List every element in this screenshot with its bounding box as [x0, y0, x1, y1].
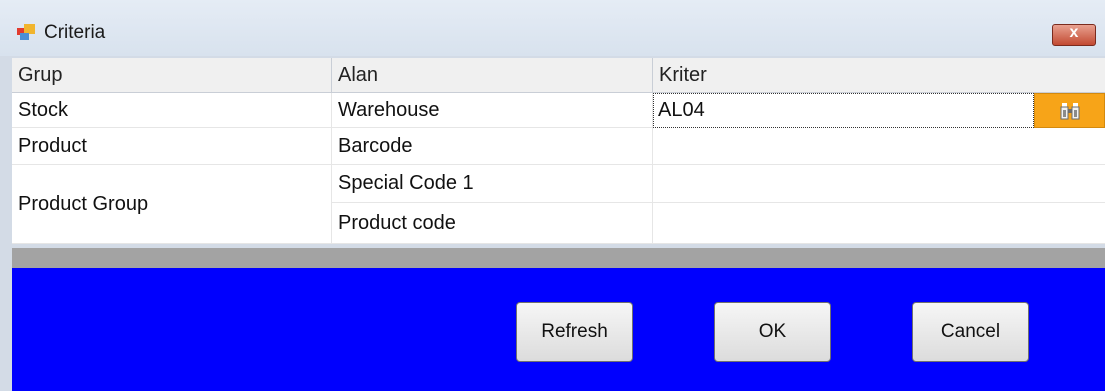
binoculars-icon: [1060, 103, 1080, 120]
column-header-grup[interactable]: Grup: [12, 58, 332, 93]
close-icon: x: [1069, 24, 1079, 41]
cancel-button[interactable]: Cancel: [912, 302, 1029, 362]
criteria-cell-product-code[interactable]: [653, 203, 1105, 244]
field-cell-warehouse[interactable]: Warehouse: [332, 93, 653, 128]
criteria-input-warehouse[interactable]: AL04: [653, 93, 1034, 128]
ok-button[interactable]: OK: [714, 302, 831, 362]
group-cell-product-group[interactable]: Product Group: [12, 165, 332, 244]
criteria-grid: Grup Alan Kriter Stock Product Product G…: [12, 58, 1105, 244]
criteria-cell-barcode[interactable]: [653, 128, 1105, 165]
criteria-cell-special-code-1[interactable]: [653, 165, 1105, 203]
group-cell-stock[interactable]: Stock: [12, 93, 332, 128]
field-cell-product-code[interactable]: Product code: [332, 203, 653, 244]
app-window-icon: [17, 24, 35, 40]
close-button[interactable]: x: [1052, 24, 1096, 46]
title-bar[interactable]: Criteria x: [0, 0, 1105, 56]
panel-splitter[interactable]: [12, 248, 1105, 268]
group-cell-product[interactable]: Product: [12, 128, 332, 165]
window-title: Criteria: [44, 22, 106, 43]
field-cell-barcode[interactable]: Barcode: [332, 128, 653, 165]
refresh-button[interactable]: Refresh: [516, 302, 633, 362]
criteria-window: Criteria x Grup Alan Kriter Stock Produc…: [0, 0, 1105, 391]
column-header-alan[interactable]: Alan: [332, 58, 653, 93]
column-header-kriter[interactable]: Kriter: [653, 58, 1105, 93]
lookup-button[interactable]: [1034, 93, 1105, 128]
field-cell-special-code-1[interactable]: Special Code 1: [332, 165, 653, 203]
